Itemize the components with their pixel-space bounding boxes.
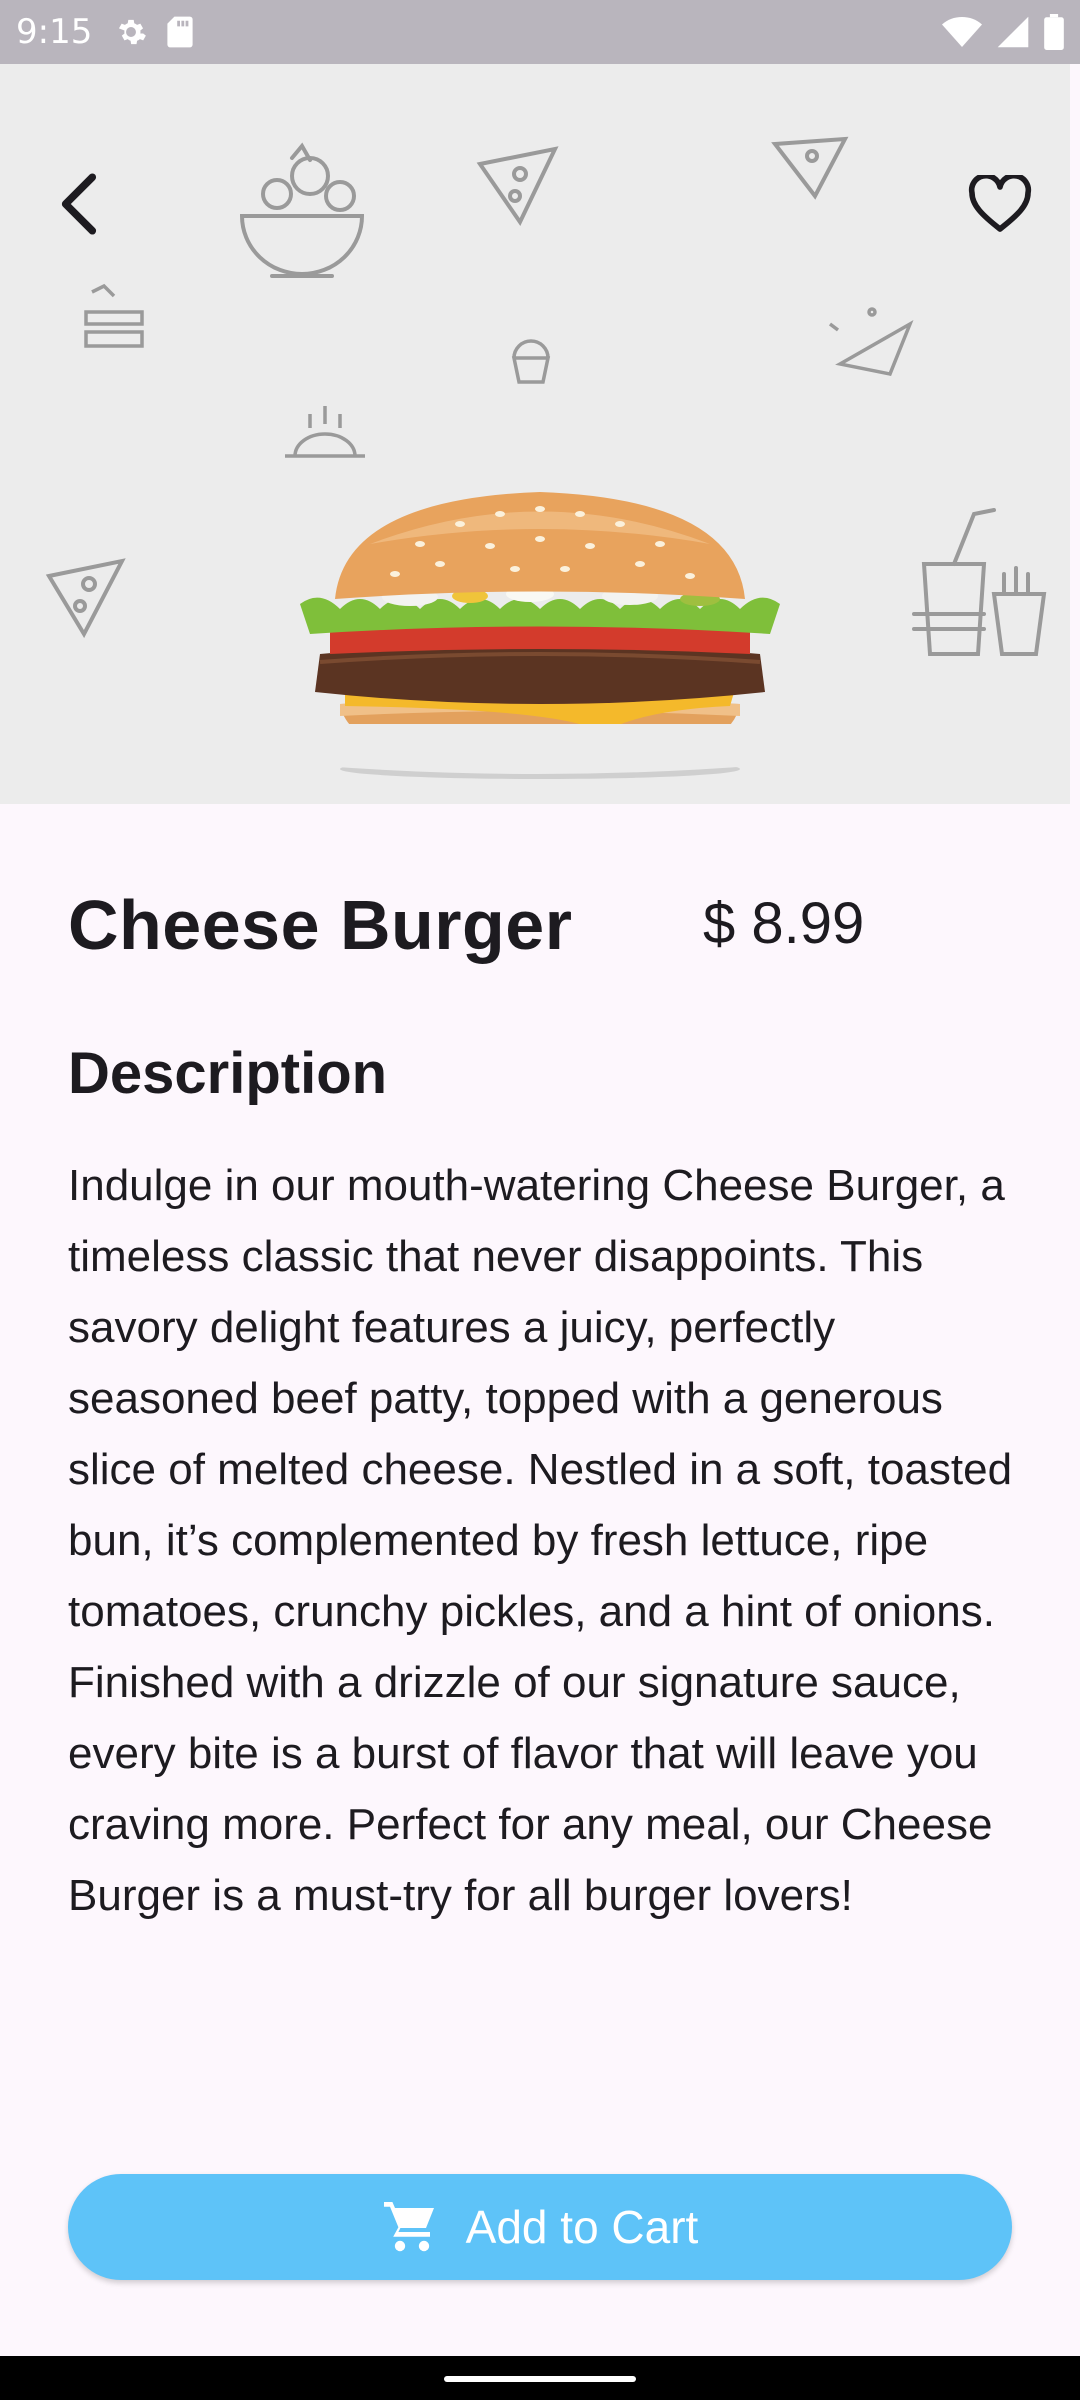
burger-stack-doodle-icon (84, 283, 144, 348)
product-price: $ 8.99 (703, 891, 865, 956)
description-heading: Description (68, 1041, 388, 1106)
product-name: Cheese Burger (68, 886, 573, 964)
hero-banner (0, 64, 1070, 804)
pizza-slice-doodle-icon (828, 307, 914, 377)
home-gesture-handle[interactable] (444, 2376, 636, 2382)
heart-outline-icon (968, 175, 1032, 232)
sd-card-icon (167, 16, 193, 48)
salad-bowl-doodle-icon (239, 142, 365, 278)
cupcake-doodle-icon (511, 339, 551, 384)
pizza-slice-doodle-icon (45, 558, 126, 639)
system-nav-bar (0, 2356, 1080, 2400)
add-to-cart-button[interactable]: Add to Cart (68, 2174, 1012, 2280)
right-edge (1070, 64, 1080, 2356)
battery-icon (1044, 14, 1064, 50)
favorite-button[interactable] (960, 164, 1040, 244)
pizza-slice-doodle-icon (476, 146, 559, 226)
plate-doodle-icon (285, 406, 365, 458)
chevron-left-icon (61, 173, 97, 235)
cart-icon (383, 2202, 434, 2252)
pizza-slice-doodle-icon (771, 136, 849, 200)
back-button[interactable] (40, 164, 120, 244)
status-bar: 9:15 (0, 0, 1080, 64)
status-right-icons (942, 14, 1064, 50)
status-left-icons (114, 15, 194, 49)
signal-icon (997, 16, 1029, 48)
wifi-icon (942, 17, 982, 47)
gear-icon (119, 19, 147, 45)
hero-curve (0, 724, 1070, 774)
fast-food-combo-doodle-icon (912, 508, 1047, 656)
description-text: Indulge in our mouth-watering Cheese Bur… (68, 1161, 1013, 1920)
add-to-cart-label: Add to Cart (465, 2201, 699, 2253)
status-time: 9:15 (16, 12, 93, 52)
